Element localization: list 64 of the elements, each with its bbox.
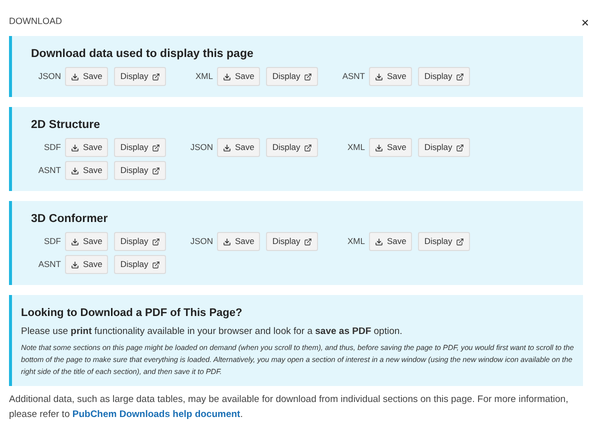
display-button[interactable]: Display: [418, 138, 470, 157]
save-button[interactable]: Save: [369, 67, 412, 86]
format-label: XML: [346, 141, 365, 154]
external-link-icon: [456, 238, 464, 246]
section-title: 2D Structure: [31, 118, 102, 133]
external-link-icon: [152, 144, 160, 152]
display-button[interactable]: Display: [114, 138, 166, 157]
save-button[interactable]: Save: [65, 67, 108, 86]
pdf-instructions: Please use print functionality available in your browser and look for a save as PDF option.: [21, 325, 404, 339]
display-button[interactable]: Display: [418, 67, 470, 86]
download-icon: [71, 238, 79, 246]
save-button[interactable]: Save: [65, 161, 108, 180]
pdf-title: Looking to Download a PDF of This Page?: [21, 306, 244, 321]
display-button[interactable]: Display: [114, 255, 166, 274]
download-icon: [71, 144, 79, 152]
external-link-icon: [152, 166, 160, 174]
format-label: JSON: [189, 141, 213, 154]
display-button[interactable]: Display: [114, 67, 166, 86]
save-button[interactable]: Save: [217, 138, 260, 157]
external-link-icon: [304, 72, 312, 80]
external-link-icon: [304, 238, 312, 246]
display-button[interactable]: Display: [266, 67, 318, 86]
format-label: JSON: [189, 235, 213, 248]
external-link-icon: [152, 238, 160, 246]
display-button[interactable]: Display: [418, 232, 470, 251]
download-icon: [71, 166, 79, 174]
dialog-title: DOWNLOAD: [9, 15, 62, 28]
external-link-icon: [456, 144, 464, 152]
download-icon: [375, 144, 383, 152]
format-label: XML: [346, 235, 365, 248]
format-label: ASNT: [37, 164, 61, 177]
display-button[interactable]: Display: [114, 232, 166, 251]
save-button[interactable]: Save: [217, 67, 260, 86]
display-button[interactable]: Display: [266, 138, 318, 157]
save-button[interactable]: Save: [65, 232, 108, 251]
save-button[interactable]: Save: [217, 232, 260, 251]
download-icon: [223, 72, 231, 80]
help-link[interactable]: PubChem Downloads help document: [72, 409, 240, 420]
download-icon: [375, 72, 383, 80]
external-link-icon: [456, 72, 464, 80]
save-button[interactable]: Save: [65, 138, 108, 157]
save-button[interactable]: Save: [65, 255, 108, 274]
external-link-icon: [152, 260, 160, 268]
format-label: ASNT: [37, 258, 61, 271]
format-label: XML: [194, 70, 213, 83]
download-icon: [223, 238, 231, 246]
footer-text: Additional data, such as large data tables, may be available for download from individual sections on this page. For more information, please refer to PubChem Downloads help document.: [9, 393, 570, 422]
external-link-icon: [304, 144, 312, 152]
section-title: 3D Conformer: [31, 212, 109, 227]
download-icon: [375, 238, 383, 246]
section-title: Download data used to display this page: [31, 47, 254, 62]
display-button[interactable]: Display: [114, 161, 166, 180]
display-button[interactable]: Display: [266, 232, 318, 251]
format-label: SDF: [43, 235, 61, 248]
format-label: JSON: [37, 70, 61, 83]
download-icon: [223, 144, 231, 152]
save-button[interactable]: Save: [369, 138, 412, 157]
format-label: SDF: [43, 141, 61, 154]
external-link-icon: [152, 72, 160, 80]
close-button[interactable]: ×: [581, 16, 589, 28]
save-button[interactable]: Save: [369, 232, 412, 251]
format-label: ASNT: [341, 70, 365, 83]
download-icon: [71, 260, 79, 268]
download-icon: [71, 72, 79, 80]
